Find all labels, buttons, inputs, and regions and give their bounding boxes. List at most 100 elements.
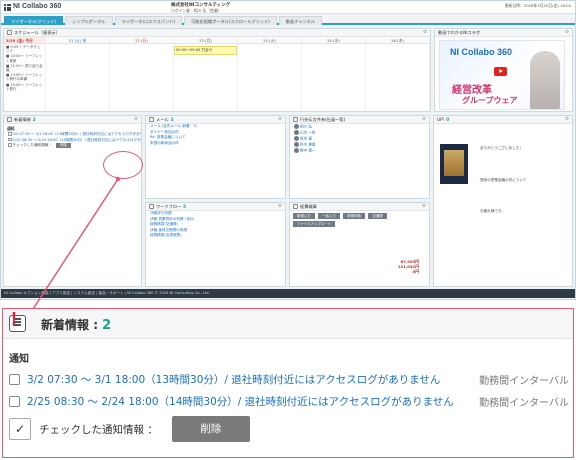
select-all-checkbox[interactable]: ✓ <box>9 418 31 440</box>
mail-count: 3 <box>170 116 174 122</box>
wallet-icon <box>293 204 298 209</box>
timeline-posts: ありがとうございました！ 週末の営業会議の件について お疲れ様です。 <box>476 146 570 215</box>
avatar <box>294 130 299 135</box>
tab-org-portal[interactable]: 可能化組織ポータル(スクロールグリッド) <box>184 16 277 25</box>
workflow-row[interactable]: 経費精算(出張旅費) <box>146 233 285 239</box>
update-datetime: 更新日時：2026年3月20日(金) 16:00 <box>504 3 571 8</box>
tab-my-portal-expand[interactable]: マイポータル(エクスパンド) <box>114 16 183 25</box>
day-thu[interactable]: 26 (木) <box>366 37 430 43</box>
schedule-item[interactable]: ■ 11:00〜 振り返り会議 <box>6 64 43 72</box>
gear-icon[interactable]: ⚙ <box>423 29 427 37</box>
checkbox[interactable] <box>8 137 12 142</box>
app-logo[interactable]: NI Collabo 360 <box>13 3 61 10</box>
expense-transport-button[interactable]: 交通費 <box>368 213 387 219</box>
timeline-count: 0 <box>446 116 450 122</box>
news-item-category: 勤務間インターバル <box>479 397 569 409</box>
attendance-name[interactable]: 相川 弘 <box>300 125 312 129</box>
schedule-body: ■ 9:00〜 データチェック ■ 10:00〜 リーフレット更新 ■ 11:0… <box>4 44 430 111</box>
news-bulk-actions: ✓ チェックした通知情報 ： 削除 <box>9 416 250 442</box>
tab-my-portal-grid[interactable]: マイポータル(グリッド) <box>4 16 64 25</box>
video-header: 動画でわかるNIコラボ ⚙ <box>435 29 572 37</box>
checkbox[interactable] <box>8 132 12 136</box>
attendance-name[interactable]: 鈴木 美香 <box>300 143 316 147</box>
mail-header: メール 3 ⚙ <box>146 116 285 124</box>
people-icon <box>293 117 298 122</box>
gear-icon[interactable]: ⚙ <box>278 203 282 211</box>
news-title-text: 新着情報 <box>41 318 90 332</box>
day-wed[interactable]: 25 (水) <box>302 37 366 43</box>
gear-icon[interactable]: ⚙ <box>278 116 282 124</box>
expense-upload-button[interactable]: ファイルアップロード <box>293 221 335 227</box>
schedule-title: スケジュール（連表示） <box>14 29 60 35</box>
news-item-text[interactable]: 2/25 08:30 〜 2/24 18:00（14時間30分）/ 退社時刻付近… <box>13 138 142 142</box>
delete-button-small[interactable]: 削除 <box>56 143 71 148</box>
footer-bar: NI Collabo オプション機能 | アプリ設定 | システム設定 | 製品… <box>1 289 575 298</box>
schedule-col[interactable] <box>238 44 302 111</box>
news-item[interactable]: 3/2 07:30 〜 3/1 18:00（13時間30分）/ 退社時刻付近には… <box>9 368 569 390</box>
gear-icon[interactable]: ⚙ <box>422 203 426 211</box>
news-item-category: 勤務間インターバル <box>479 375 569 387</box>
tab-simple-portal[interactable]: シンプルポータル <box>65 16 113 25</box>
day-mon[interactable]: 23 (月) <box>174 37 238 43</box>
video-banner[interactable]: NI Collabo 360 経営改革 グループウェア <box>439 40 565 110</box>
workflow-header: ワークフロー 5 ⚙ <box>146 203 285 211</box>
attendance-row[interactable]: 野中 健一 <box>290 148 429 154</box>
attendance-name[interactable]: 山本 一郎 <box>300 131 316 135</box>
news-item-link[interactable]: 2/25 08:30 〜 2/24 18:00（14時間30分）/ 退社時刻付近… <box>27 394 454 409</box>
mail-row[interactable]: 来週の新商品の件 <box>146 141 285 147</box>
schedule-col[interactable] <box>46 44 110 111</box>
expense-bulk-button[interactable]: 一括入力 <box>318 213 340 219</box>
schedule-item[interactable]: ■ 10:00〜 リーフレット更新 <box>6 54 43 62</box>
gear-icon[interactable]: ⚙ <box>565 116 569 124</box>
checkbox[interactable] <box>8 143 12 147</box>
schedule-item[interactable]: ■ 9:00〜 データチェック <box>6 45 43 53</box>
timeline-post[interactable]: お疲れ様です。 <box>476 209 570 215</box>
gear-icon[interactable]: ⚙ <box>565 29 569 37</box>
news-panel-small: 新着情報 2 ⚙ 通知 3/2 07:30 〜 3/1 18:00（13時間30… <box>3 115 142 287</box>
play-icon[interactable] <box>494 67 507 76</box>
gear-icon[interactable]: ⚙ <box>422 116 426 124</box>
expense-panel: 経費精算 ⚙ 新規入力 一括入力 新規申請 交通費 ファイルアップロード 67,… <box>289 202 430 287</box>
schedule-col[interactable]: 09:00〜09:00 打合せ <box>174 44 238 111</box>
attendance-header: 行先伝言共有(社員一覧) ⚙ <box>290 116 429 124</box>
top-bar: NI Collabo 360 株式会社NIコンサルティング ログイン者：相川 弘… <box>1 1 575 14</box>
news-item[interactable]: 2/25 08:30 〜 2/24 18:00（14時間30分）/ 退社時刻付近… <box>9 390 569 412</box>
schedule-col[interactable] <box>110 44 174 111</box>
attendance-name[interactable]: 坂本 直 <box>300 137 312 141</box>
tab-video-channel[interactable]: 動画チャンネル <box>278 16 322 25</box>
expense-apply-button[interactable]: 新規申請 <box>343 213 365 219</box>
expense-new-button[interactable]: 新規入力 <box>293 213 315 219</box>
portal-tabs: マイポータル(グリッド) シンプルポータル マイポータル(エクスパンド) 可能化… <box>1 15 575 25</box>
schedule-item[interactable]: ■ 15:00〜 リーフレット発行 <box>6 83 43 91</box>
timeline-panel: UP! 0 ⚙ ありがとうございました！ 週末の営業会議の件について お疲れ様で… <box>433 115 573 287</box>
day-today[interactable]: 3/20 (金) 今日 <box>4 37 46 43</box>
alert-icon: ! <box>11 309 17 329</box>
timeline-title: UP! <box>437 116 445 122</box>
day-sat[interactable]: 21 (土) 祝 <box>46 37 110 43</box>
expense-spacer <box>290 229 429 259</box>
book-image <box>440 144 468 184</box>
delete-button[interactable]: 削除 <box>171 416 250 442</box>
schedule-panel: スケジュール（連表示） ⚙ 3/20 (金) 今日 21 (土) 祝 22 (日… <box>3 28 431 112</box>
checked-label-small: チェックした通知情報 ： <box>12 143 54 147</box>
presenter-image <box>530 51 560 109</box>
workflow-icon <box>149 204 154 209</box>
expense-title: 経費精算 <box>300 203 317 209</box>
news-item-link[interactable]: 3/2 07:30 〜 3/1 18:00（13時間30分）/ 退社時刻付近には… <box>27 372 440 387</box>
news-item-checkbox[interactable] <box>9 395 20 407</box>
schedule-item[interactable]: ■ 13:00〜 リーフレット発行の準備 <box>6 73 43 81</box>
highlight-circle <box>103 151 143 179</box>
schedule-highlight[interactable]: 09:00〜09:00 打合せ <box>174 46 237 55</box>
timeline-header: UP! 0 ⚙ <box>434 116 572 124</box>
news-item-text[interactable]: 3/2 07:30 〜 3/1 18:00（13時間30分）/ 退社時刻付近には… <box>13 132 142 136</box>
gear-icon[interactable]: ⚙ <box>134 116 138 124</box>
expense-buttons: 新規入力 一括入力 新規申請 交通費 ファイルアップロード <box>290 211 429 229</box>
news-item-checkbox[interactable] <box>9 373 20 385</box>
attendance-name[interactable]: 野中 健一 <box>300 149 316 153</box>
day-sun[interactable]: 22 (日) <box>110 37 174 43</box>
day-tue[interactable]: 24 (火) <box>238 37 302 43</box>
schedule-col[interactable] <box>302 44 366 111</box>
video-title: 動画でわかるNIコラボ <box>438 29 481 35</box>
app-grid-icon[interactable] <box>4 4 11 11</box>
schedule-col[interactable] <box>366 44 430 111</box>
